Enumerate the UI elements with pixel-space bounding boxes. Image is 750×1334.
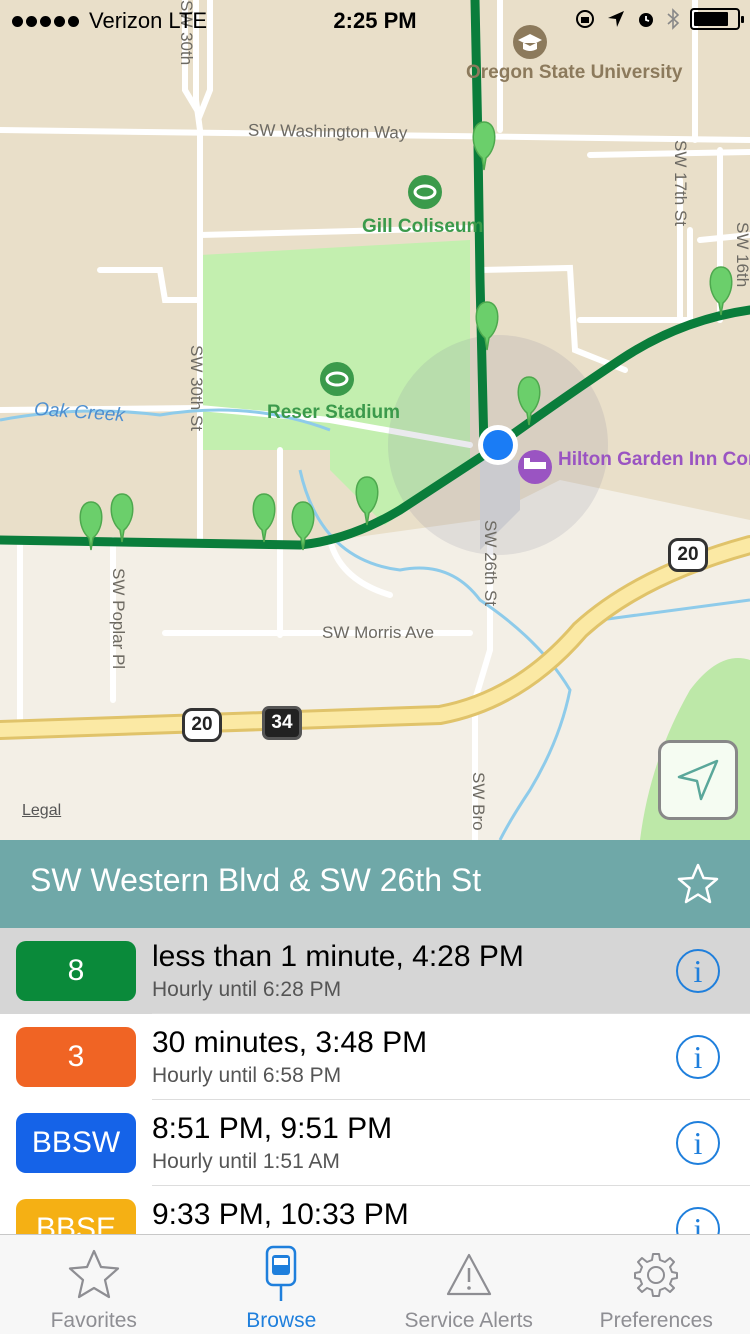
warning-icon bbox=[439, 1245, 499, 1305]
tab-service-alerts[interactable]: Service Alerts bbox=[375, 1235, 563, 1334]
location-arrow-icon bbox=[677, 759, 719, 801]
tab-preferences[interactable]: Preferences bbox=[563, 1235, 750, 1334]
favorite-star-button[interactable] bbox=[676, 862, 720, 911]
arrival-time: 8:51 PM, 9:51 PM bbox=[152, 1112, 393, 1145]
stop-pin[interactable] bbox=[709, 266, 733, 316]
arrival-time: 9:33 PM, 10:33 PM bbox=[152, 1198, 409, 1231]
user-location-dot bbox=[483, 430, 513, 460]
rotation-lock-icon bbox=[576, 10, 594, 28]
arrival-schedule: Hourly until 6:28 PM bbox=[152, 978, 342, 1001]
street-label-washington: SW Washington Way bbox=[247, 120, 408, 143]
star-icon bbox=[64, 1245, 124, 1305]
arrival-time: 30 minutes, 3:48 PM bbox=[152, 1026, 428, 1059]
stop-pin[interactable] bbox=[291, 501, 315, 551]
street-label-morris: SW Morris Ave bbox=[322, 623, 435, 642]
street-label-26th: SW 26th St bbox=[481, 520, 500, 606]
stop-pin[interactable] bbox=[472, 121, 496, 171]
highway-shield-us20: 20 bbox=[668, 538, 708, 572]
gear-icon bbox=[626, 1245, 686, 1305]
status-bar: Verizon LTE 2:25 PM bbox=[0, 0, 750, 40]
info-icon[interactable]: i bbox=[676, 1035, 720, 1079]
arrival-row[interactable]: 3 30 minutes, 3:48 PM Hourly until 6:58 PM… bbox=[0, 1014, 750, 1100]
arrival-row[interactable]: 8 less than 1 minute, 4:28 PM Hourly until… bbox=[0, 928, 750, 1014]
street-label-broadway: SW Bro bbox=[469, 772, 488, 831]
arrival-time: less than 1 minute, 4:28 PM bbox=[152, 940, 524, 973]
star-outline-icon bbox=[677, 863, 719, 904]
poi-label-stadium[interactable]: Reser Stadium bbox=[267, 402, 400, 424]
tab-favorites[interactable]: Favorites bbox=[0, 1235, 188, 1334]
tab-label: Favorites bbox=[50, 1309, 137, 1332]
info-icon[interactable]: i bbox=[676, 1121, 720, 1165]
stop-pin[interactable] bbox=[79, 501, 103, 551]
stop-pin-selected[interactable] bbox=[517, 376, 541, 426]
tab-label: Service Alerts bbox=[404, 1309, 533, 1332]
stadium-icon-reser bbox=[320, 362, 354, 396]
stop-pin[interactable] bbox=[475, 301, 499, 351]
route-badge: 8 bbox=[16, 941, 136, 1001]
tab-browse[interactable]: Browse bbox=[188, 1235, 376, 1334]
street-label-poplar: SW Poplar Pl bbox=[109, 568, 128, 670]
tab-bar: Favorites Browse Service Alerts Preferen… bbox=[0, 1234, 750, 1334]
arrivals-list[interactable]: 8 less than 1 minute, 4:28 PM Hourly until… bbox=[0, 928, 750, 1234]
street-label-30th: SW 30th St bbox=[187, 345, 206, 431]
arrival-schedule: Hourly until 6:58 PM bbox=[152, 1064, 342, 1087]
street-label-17th: SW 17th St bbox=[671, 140, 690, 226]
locate-me-button[interactable] bbox=[658, 740, 738, 820]
stop-pin[interactable] bbox=[110, 493, 134, 543]
location-arrow-icon bbox=[608, 11, 624, 27]
poi-label-hotel[interactable]: Hilton Garden Inn Corvallis bbox=[558, 449, 750, 470]
stop-pin[interactable] bbox=[252, 493, 276, 543]
route-badge: 3 bbox=[16, 1027, 136, 1087]
bus-stop-icon bbox=[251, 1245, 311, 1305]
stop-title: SW Western Blvd & SW 26th St bbox=[30, 862, 482, 898]
poi-label-osu[interactable]: Oregon State University bbox=[466, 62, 682, 83]
route-badge: BBSE bbox=[16, 1199, 136, 1234]
tab-label: Preferences bbox=[599, 1309, 713, 1332]
arrival-schedule: Hourly until 1:51 AM bbox=[152, 1150, 340, 1173]
battery-icon bbox=[690, 8, 744, 30]
highway-shield-or34: 34 bbox=[262, 706, 302, 740]
poi-label-coliseum[interactable]: Gill Coliseum bbox=[362, 216, 483, 238]
arrival-row[interactable]: BBSW 8:51 PM, 9:51 PM Hourly until 1:51 AM… bbox=[0, 1100, 750, 1186]
legal-link[interactable]: Legal bbox=[22, 802, 61, 820]
arrival-row[interactable]: BBSE 9:33 PM, 10:33 PM i bbox=[0, 1186, 750, 1234]
highway-shield-us20: 20 bbox=[182, 708, 222, 742]
bluetooth-icon bbox=[667, 8, 680, 30]
tab-label: Browse bbox=[246, 1309, 317, 1332]
stop-pin[interactable] bbox=[355, 476, 379, 526]
route-badge: BBSW bbox=[16, 1113, 136, 1173]
stadium-icon-coliseum bbox=[408, 175, 442, 209]
info-icon[interactable]: i bbox=[676, 949, 720, 993]
alarm-icon bbox=[639, 13, 653, 27]
street-label-16th: SW 16th bbox=[733, 222, 750, 288]
stop-header: SW Western Blvd & SW 26th St bbox=[0, 840, 750, 928]
info-icon[interactable]: i bbox=[676, 1207, 720, 1234]
map-view[interactable]: Oregon State University SW Washington Wa… bbox=[0, 0, 750, 840]
